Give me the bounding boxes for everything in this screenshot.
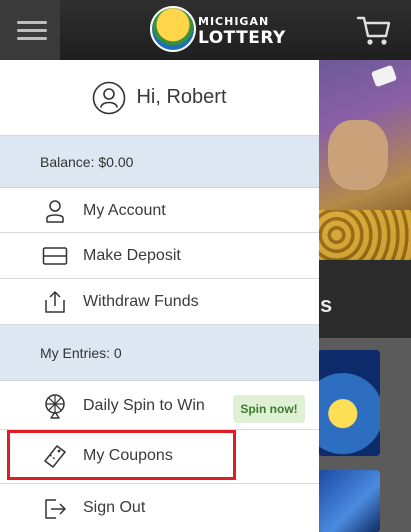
menu-item-label: Daily Spin to Win	[83, 397, 205, 414]
top-header: MICHIGAN LOTTERY	[0, 0, 411, 60]
greeting-text: Hi, Robert	[136, 86, 227, 108]
michigan-lottery-logo[interactable]: MICHIGAN LOTTERY	[150, 6, 285, 54]
user-icon	[46, 200, 64, 223]
sign-out-icon	[45, 499, 66, 519]
balance-label: Balance: $0.00	[40, 153, 134, 170]
menu-item-label: My Coupons	[83, 447, 173, 464]
game-card[interactable]	[318, 350, 380, 456]
menu-item-label: Make Deposit	[83, 247, 181, 264]
entries-section: My Entries: 0	[0, 325, 319, 381]
menu-item-sign-out[interactable]: Sign Out	[0, 484, 319, 532]
banner-character	[328, 120, 388, 190]
coins-graphic	[318, 210, 411, 260]
withdraw-icon	[45, 291, 65, 313]
wheel-icon	[45, 394, 65, 419]
user-greeting: Hi, Robert	[0, 60, 319, 136]
entries-label: My Entries: 0	[40, 344, 122, 361]
menu-item-label: My Account	[83, 202, 166, 219]
menu-item-daily-spin[interactable]: Daily Spin to Win Spin now!	[0, 381, 319, 430]
balance-section: Balance: $0.00	[0, 136, 319, 188]
menu-item-withdraw-funds[interactable]: Withdraw Funds	[0, 279, 319, 325]
user-circle-icon	[93, 81, 126, 114]
spin-now-button[interactable]: Spin now!	[233, 395, 305, 423]
logo-text-line2: LOTTERY	[198, 28, 286, 48]
logo-text-line1: MICHIGAN	[198, 15, 270, 28]
wallet-icon	[42, 247, 68, 265]
menu-item-my-account[interactable]: My Account	[0, 188, 319, 233]
menu-item-label: Withdraw Funds	[83, 293, 199, 310]
background-content: s	[318, 60, 411, 532]
logo-badge-icon	[150, 6, 196, 52]
games-panel-title: s	[320, 292, 333, 317]
menu-item-make-deposit[interactable]: Make Deposit	[0, 233, 319, 279]
hamburger-menu-icon[interactable]	[0, 0, 60, 60]
side-drawer: Hi, Robert Balance: $0.00 My Account Mak…	[0, 60, 319, 532]
menu-item-my-coupons[interactable]: My Coupons	[0, 430, 319, 484]
game-card[interactable]	[318, 470, 380, 532]
menu-item-label: Sign Out	[83, 499, 146, 516]
shopping-cart-icon[interactable]	[356, 14, 392, 48]
coupon-icon	[44, 445, 66, 468]
